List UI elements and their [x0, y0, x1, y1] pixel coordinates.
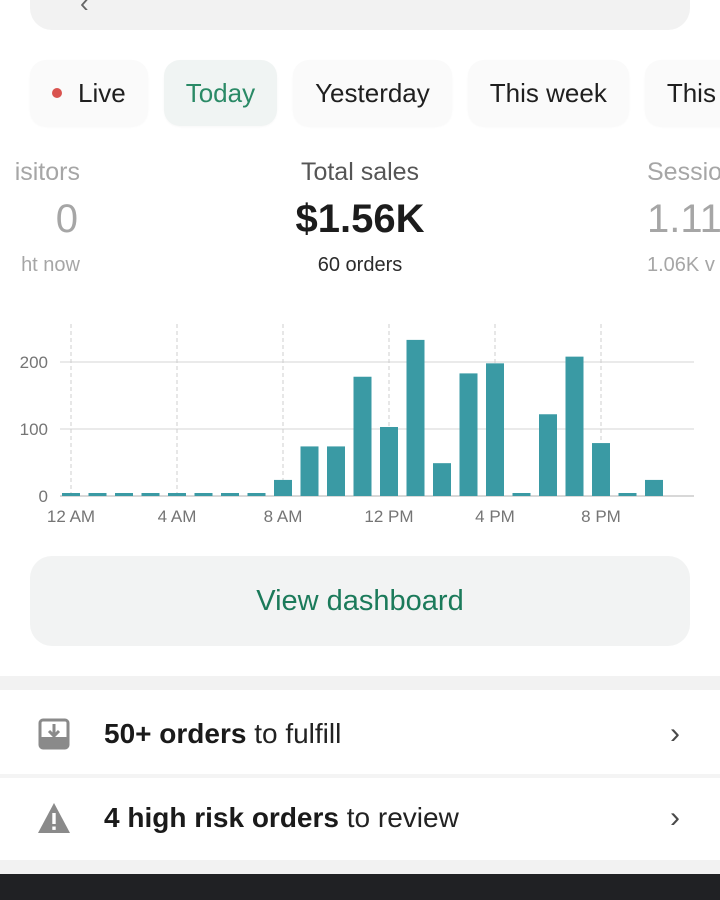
metric-sub: ht now [21, 254, 80, 276]
tab-label: This [666, 77, 716, 108]
bar-5-pm[interactable] [512, 493, 531, 496]
metric-sub: 1.06K v [647, 254, 715, 276]
chevron-right-icon: › [670, 801, 680, 834]
chevron-right-icon: › [670, 717, 680, 750]
bar-12-pm[interactable] [380, 426, 398, 496]
section-divider [0, 676, 720, 690]
metric-sessions[interactable]: Sessio 1.11 1.06K v [647, 158, 720, 277]
x-tick-label: 4 PM [475, 507, 515, 526]
y-tick-label: 200 [20, 353, 48, 372]
inbox-download-icon [36, 716, 72, 752]
warning-triangle-icon [36, 800, 72, 836]
bar-4-pm[interactable] [486, 363, 504, 496]
bar-8-am[interactable] [274, 479, 292, 496]
tab-label: Yesterday [315, 77, 430, 108]
bar-12-am[interactable] [62, 493, 80, 496]
bar-4-am[interactable] [168, 493, 186, 496]
metric-label: Total sales [300, 158, 420, 186]
tab-this-month[interactable]: This [644, 60, 720, 126]
metric-value: 0 [55, 197, 78, 241]
tab-label: This week [489, 77, 607, 108]
bar-3-pm[interactable] [459, 373, 478, 496]
x-tick-label: 4 AM [158, 507, 197, 526]
bar-10-am[interactable] [327, 446, 345, 496]
task-high-risk-orders[interactable]: 4 high risk orders to review › [0, 778, 720, 858]
bar-11-am[interactable] [353, 376, 372, 496]
x-tick-label: 12 PM [364, 507, 413, 526]
bar-9-am[interactable] [300, 446, 319, 496]
tab-yesterday[interactable]: Yesterday [293, 60, 452, 126]
tab-label: Today [185, 77, 256, 108]
bar-1-am[interactable] [88, 493, 107, 496]
bar-6-pm[interactable] [539, 414, 557, 496]
metric-sub: 60 orders [317, 254, 403, 276]
bar-3-am[interactable] [141, 493, 160, 496]
y-tick-label: 100 [20, 420, 48, 439]
tab-live[interactable]: Live [30, 60, 148, 126]
metrics-carousel[interactable]: isitors 0 ht now Total sales $1.56K 60 o… [0, 158, 720, 288]
live-dot-icon [52, 88, 62, 98]
bar-2-am[interactable] [115, 493, 133, 496]
x-tick-label: 8 AM [264, 507, 303, 526]
bar-10-pm[interactable] [645, 479, 663, 496]
sales-bar-chart: 0 100 200 12 AM 4 AM 8 AM 12 PM 4 PM 8 PM [20, 324, 694, 526]
search-bar[interactable]: ‹ [30, 0, 690, 30]
bar-8-pm[interactable] [592, 443, 610, 496]
system-navigation-bar [0, 874, 720, 900]
date-range-tabs: Live Today Yesterday This week This [30, 60, 720, 126]
bar-7-pm[interactable] [565, 356, 584, 496]
x-tick-label: 12 AM [47, 507, 95, 526]
task-text: 50+ orders to fulfill [104, 718, 342, 749]
tab-label: Live [78, 77, 126, 108]
metric-label: Sessio [647, 158, 720, 186]
section-divider [0, 860, 720, 874]
x-tick-label: 8 PM [581, 507, 621, 526]
bar-7-am[interactable] [247, 493, 266, 496]
view-dashboard-button[interactable]: View dashboard [30, 556, 690, 646]
chevron-left-icon[interactable]: ‹ [80, 0, 89, 19]
bar-6-am[interactable] [221, 493, 239, 496]
metric-visitors[interactable]: isitors 0 ht now [0, 158, 80, 277]
task-orders-to-fulfill[interactable]: 50+ orders to fulfill › [0, 694, 720, 774]
bar-2-pm[interactable] [433, 463, 451, 496]
bar-1-pm[interactable] [406, 339, 425, 496]
metric-label: isitors [14, 158, 80, 186]
metric-value: $1.56K [295, 197, 425, 241]
task-text: 4 high risk orders to review [104, 802, 459, 833]
y-tick-label: 0 [39, 487, 48, 506]
tab-today[interactable]: Today [163, 60, 278, 126]
tab-this-week[interactable]: This week [467, 60, 629, 126]
metric-total-sales[interactable]: Total sales $1.56K 60 orders [210, 158, 510, 277]
bar-5-am[interactable] [194, 493, 213, 496]
bar-9-pm[interactable] [618, 493, 637, 496]
metric-value: 1.11 [647, 197, 720, 241]
